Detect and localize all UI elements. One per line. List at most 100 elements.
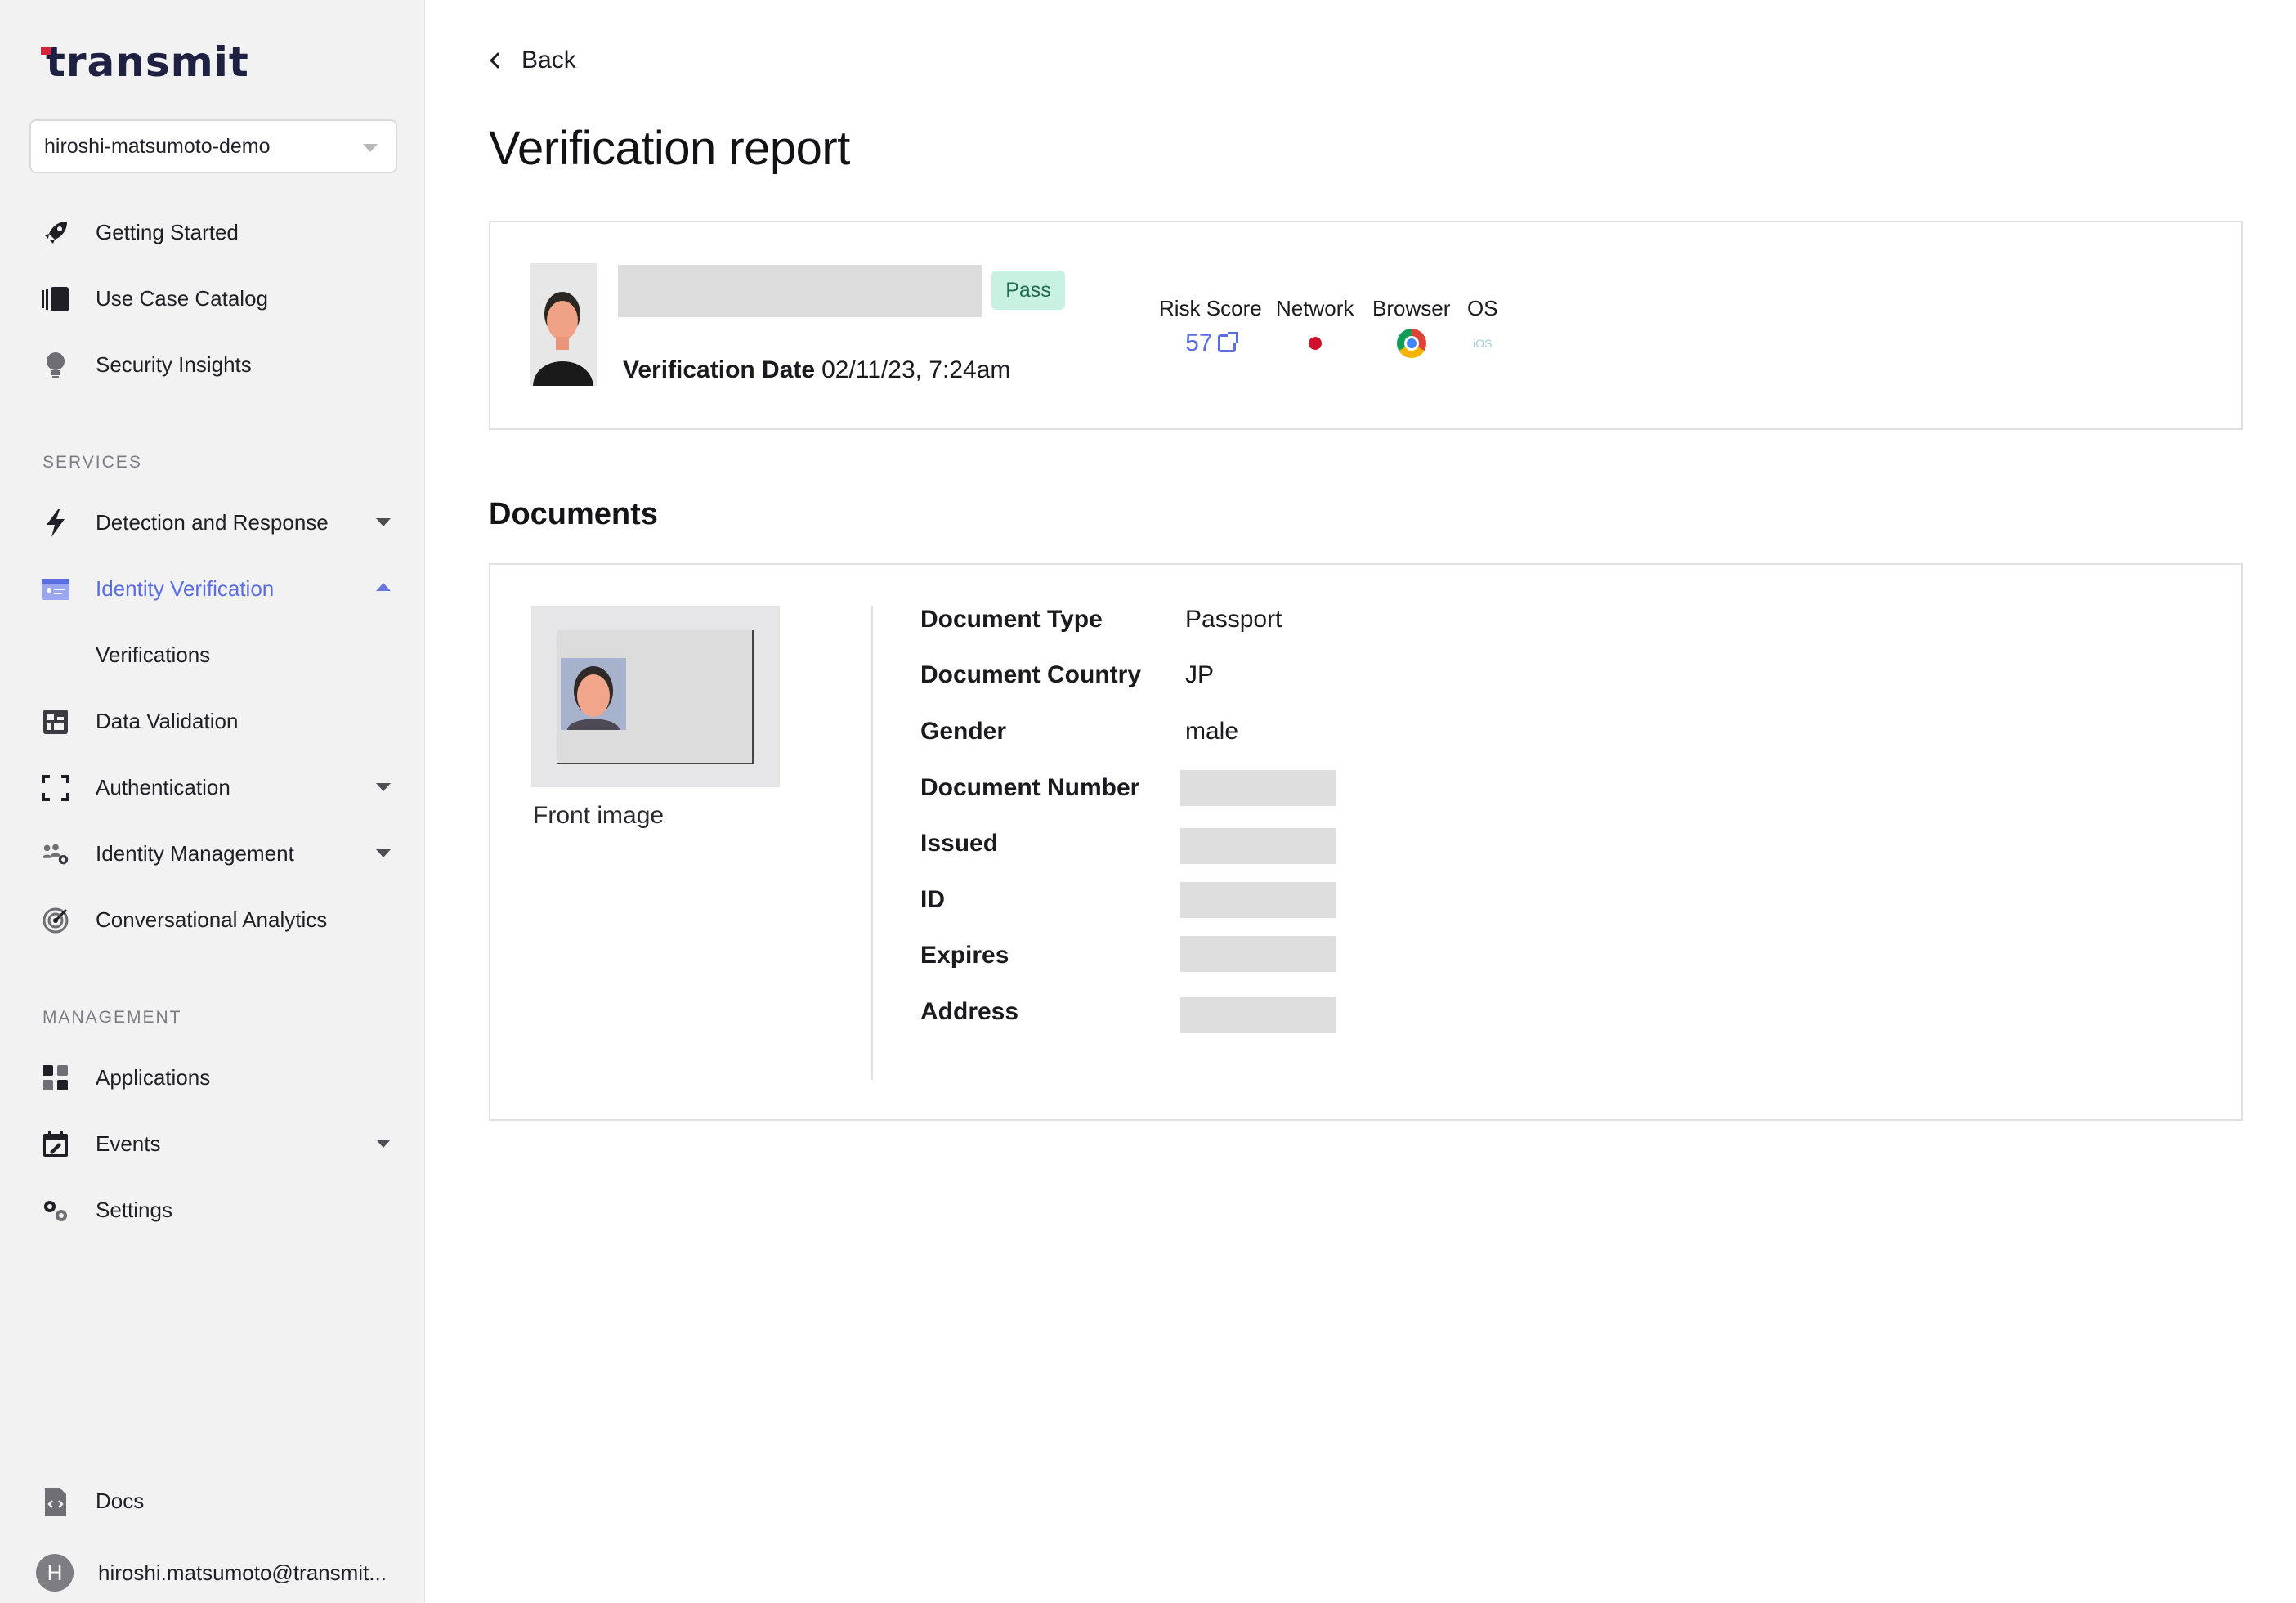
apps-grid-icon [41, 1064, 70, 1092]
page-title: Verification report [489, 122, 850, 175]
network-flag-icon [1308, 337, 1322, 350]
field-value-document-type: Passport [1185, 606, 1282, 633]
data-validation-icon [41, 708, 70, 736]
back-label: Back [521, 47, 576, 74]
chevron-up-icon[interactable] [376, 583, 391, 591]
logo-text: transmit [46, 38, 249, 86]
os-label: OS [1467, 296, 1498, 320]
chevron-down-icon [363, 144, 378, 152]
sidebar-item-label: Verifications [96, 642, 211, 667]
sidebar-item-label: Identity Verification [96, 575, 275, 601]
verification-summary-card: Pass Verification Date 02/11/23, 7:24am R… [489, 221, 2243, 430]
field-label-document-country: Document Country [920, 661, 1141, 688]
applicant-name-redacted [618, 265, 982, 317]
front-image-label: Front image [533, 802, 665, 829]
ios-icon: iOS [1473, 337, 1493, 350]
bolt-icon [41, 509, 70, 537]
sidebar-item-label: Authentication [96, 774, 230, 799]
field-value-document-country: JP [1185, 661, 1215, 688]
document-photo [561, 658, 626, 730]
selfie-image[interactable] [530, 263, 597, 386]
sidebar-item-settings[interactable]: Settings [0, 1185, 425, 1234]
field-label-issued: Issued [920, 830, 999, 857]
sidebar: transmit hiroshi-matsumoto-demo Getting … [0, 0, 425, 1603]
risk-score-value: 57 [1185, 329, 1213, 356]
gears-icon [41, 1197, 70, 1225]
id-card-icon [41, 575, 70, 603]
chevron-down-icon[interactable] [376, 783, 391, 791]
scan-frame-icon [41, 774, 70, 802]
sidebar-item-use-case-catalog[interactable]: Use Case Catalog [0, 274, 425, 323]
verification-date-value: 02/11/23, 7:24am [821, 356, 1011, 383]
rocket-icon [41, 219, 70, 247]
browser-label: Browser [1372, 296, 1451, 320]
chevron-left-icon [490, 52, 506, 69]
sidebar-item-label: Docs [96, 1488, 145, 1513]
sidebar-item-identity-management[interactable]: Identity Management [0, 829, 425, 878]
sidebar-item-label: Conversational Analytics [96, 907, 328, 932]
browser-info: Browser [1372, 296, 1451, 358]
os-info: OS iOS [1467, 296, 1498, 357]
sidebar-item-label: Identity Management [96, 840, 294, 866]
transmit-logo[interactable]: transmit [41, 38, 249, 87]
sidebar-item-label: Settings [96, 1197, 172, 1222]
sidebar-subitem-verifications[interactable]: Verifications [0, 630, 425, 679]
field-value-gender: male [1185, 718, 1239, 745]
back-link[interactable]: Back [487, 44, 576, 77]
network-label: Network [1276, 296, 1354, 320]
sidebar-item-events[interactable]: Events [0, 1119, 425, 1168]
field-value-redacted [1180, 882, 1336, 918]
user-email[interactable]: hiroshi.matsumoto@transmit... [98, 1560, 387, 1586]
sidebar-item-docs[interactable]: Docs [0, 1476, 425, 1525]
sidebar-item-getting-started[interactable]: Getting Started [0, 208, 425, 257]
chevron-down-icon[interactable] [376, 849, 391, 857]
documents-card: Front image Document Type Passport Docum… [489, 563, 2243, 1121]
sidebar-item-label: Events [96, 1131, 161, 1156]
catalog-icon [41, 285, 70, 313]
field-value-redacted [1180, 770, 1336, 806]
management-section-label: MANAGEMENT [43, 1008, 182, 1027]
field-label-address: Address [920, 998, 1019, 1025]
tenant-select-value: hiroshi-matsumoto-demo [44, 134, 271, 158]
sidebar-item-detection-and-response[interactable]: Detection and Response [0, 498, 425, 547]
sidebar-item-security-insights[interactable]: Security Insights [0, 340, 425, 389]
id-document-image [557, 630, 754, 764]
documents-heading: Documents [489, 497, 658, 531]
sidebar-item-label: Data Validation [96, 708, 239, 733]
avatar[interactable]: H [36, 1554, 74, 1592]
sidebar-item-authentication[interactable]: Authentication [0, 763, 425, 812]
chevron-down-icon[interactable] [376, 518, 391, 526]
calendar-icon [41, 1131, 70, 1158]
sidebar-item-label: Detection and Response [96, 509, 329, 535]
sidebar-item-label: Applications [96, 1064, 211, 1090]
verification-date: Verification Date 02/11/23, 7:24am [623, 356, 1010, 384]
chrome-icon [1396, 329, 1426, 358]
sidebar-item-label: Getting Started [96, 219, 239, 244]
external-link-icon [1217, 332, 1238, 352]
risk-score: Risk Score 57 [1159, 296, 1262, 357]
field-value-redacted [1180, 997, 1336, 1033]
sidebar-item-data-validation[interactable]: Data Validation [0, 696, 425, 746]
radar-icon [41, 907, 70, 934]
sidebar-item-identity-verification[interactable]: Identity Verification [0, 564, 425, 613]
field-value-redacted [1180, 828, 1336, 864]
sidebar-item-label: Use Case Catalog [96, 285, 268, 311]
front-image-thumbnail[interactable] [531, 606, 780, 787]
field-label-gender: Gender [920, 718, 1007, 745]
risk-score-link[interactable]: 57 [1185, 329, 1238, 357]
verification-date-label: Verification Date [623, 356, 816, 383]
field-label-id: ID [920, 886, 945, 913]
field-value-redacted [1180, 936, 1336, 972]
sidebar-item-label: Security Insights [96, 351, 252, 377]
code-file-icon [41, 1488, 70, 1516]
sidebar-item-conversational-analytics[interactable]: Conversational Analytics [0, 895, 425, 944]
vertical-divider [871, 606, 873, 1080]
chevron-down-icon[interactable] [376, 1140, 391, 1148]
services-section-label: SERVICES [43, 453, 142, 472]
lightbulb-icon [41, 351, 70, 379]
logo-mark [41, 47, 51, 55]
status-badge: Pass [991, 271, 1065, 310]
sidebar-item-applications[interactable]: Applications [0, 1053, 425, 1102]
network-info: Network [1276, 296, 1354, 357]
tenant-select[interactable]: hiroshi-matsumoto-demo [29, 119, 397, 173]
